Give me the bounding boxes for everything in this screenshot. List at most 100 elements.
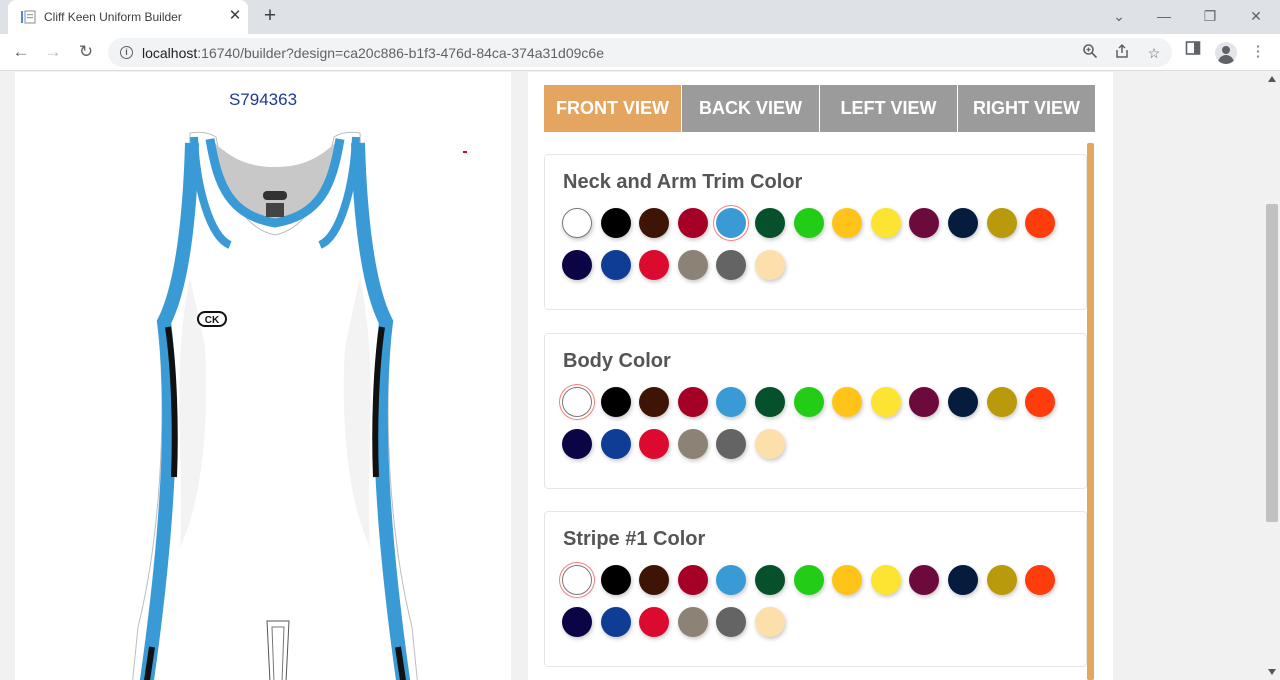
tab-right-view[interactable]: RIGHT VIEW bbox=[958, 85, 1095, 132]
color-swatch[interactable] bbox=[716, 607, 747, 637]
scroll-down-arrow-icon[interactable] bbox=[1268, 669, 1276, 675]
url-path: :16740/builder?design=ca20c886-b1f3-476d… bbox=[197, 45, 604, 61]
neck-arm-trim-color-card: Neck and Arm Trim Color bbox=[544, 154, 1087, 310]
color-swatch[interactable] bbox=[562, 387, 592, 417]
tab-title: Cliff Keen Uniform Builder bbox=[44, 10, 182, 24]
color-swatch[interactable] bbox=[986, 565, 1017, 595]
color-swatch[interactable] bbox=[677, 565, 708, 595]
browser-menu-icon[interactable]: ⋮ bbox=[1246, 40, 1270, 64]
color-swatch[interactable] bbox=[832, 565, 863, 595]
forward-icon[interactable]: → bbox=[40, 39, 66, 65]
color-swatch[interactable] bbox=[755, 387, 785, 417]
singlet-front-preview: CK bbox=[132, 131, 418, 680]
color-swatch[interactable] bbox=[909, 208, 940, 238]
restore-icon[interactable]: ❐ bbox=[1198, 4, 1222, 28]
scroll-up-arrow-icon[interactable] bbox=[1268, 76, 1276, 82]
color-swatch[interactable] bbox=[716, 565, 747, 595]
zoom-icon[interactable] bbox=[1080, 43, 1100, 63]
color-swatch[interactable] bbox=[755, 250, 785, 280]
tab-left-view[interactable]: LEFT VIEW bbox=[820, 85, 957, 132]
color-swatch[interactable] bbox=[793, 565, 824, 595]
color-swatch[interactable] bbox=[832, 208, 863, 238]
tab-front-view[interactable]: FRONT VIEW bbox=[544, 85, 681, 132]
page-favicon-icon bbox=[21, 10, 36, 24]
color-swatch[interactable] bbox=[755, 208, 785, 238]
color-swatch[interactable] bbox=[716, 387, 747, 417]
color-swatch[interactable] bbox=[677, 607, 708, 637]
profile-avatar-icon[interactable] bbox=[1215, 42, 1237, 64]
page-viewport: S794363 CK FRONT VIEW BACK VIEW LEFT VIE… bbox=[0, 72, 1264, 680]
color-swatch[interactable] bbox=[600, 607, 631, 637]
site-info-icon[interactable]: i bbox=[120, 46, 133, 59]
color-swatch[interactable] bbox=[755, 607, 785, 637]
bookmark-star-icon[interactable]: ☆ bbox=[1144, 43, 1164, 63]
color-swatch[interactable] bbox=[562, 565, 592, 595]
browser-tab[interactable]: Cliff Keen Uniform Builder ✕ bbox=[8, 0, 248, 34]
share-icon[interactable] bbox=[1112, 43, 1132, 63]
chest-logo: CK bbox=[205, 315, 220, 326]
color-swatch[interactable] bbox=[909, 565, 940, 595]
tab-search-icon[interactable]: ⌄ bbox=[1107, 4, 1131, 28]
color-swatch[interactable] bbox=[562, 250, 592, 280]
color-swatch[interactable] bbox=[600, 565, 631, 595]
color-swatch[interactable] bbox=[793, 387, 824, 417]
color-swatch[interactable] bbox=[1025, 387, 1056, 417]
color-swatch[interactable] bbox=[677, 250, 708, 280]
color-swatch[interactable] bbox=[639, 250, 670, 280]
color-swatch[interactable] bbox=[870, 208, 901, 238]
color-swatch[interactable] bbox=[639, 565, 670, 595]
color-swatch[interactable] bbox=[639, 607, 670, 637]
color-swatch[interactable] bbox=[677, 387, 708, 417]
new-tab-icon[interactable]: + bbox=[258, 5, 282, 29]
card-title: Neck and Arm Trim Color bbox=[563, 171, 803, 193]
color-swatch[interactable] bbox=[948, 208, 978, 238]
close-tab-icon[interactable]: ✕ bbox=[225, 6, 245, 26]
color-swatch[interactable] bbox=[600, 250, 631, 280]
color-swatch[interactable] bbox=[948, 565, 978, 595]
color-swatch[interactable] bbox=[909, 387, 940, 417]
color-swatch[interactable] bbox=[986, 208, 1017, 238]
color-swatch[interactable] bbox=[1025, 208, 1056, 238]
page-scrollbar[interactable] bbox=[1264, 72, 1280, 680]
color-swatch[interactable] bbox=[677, 208, 708, 238]
color-swatch[interactable] bbox=[562, 208, 592, 238]
color-swatch[interactable] bbox=[600, 429, 631, 459]
minimize-icon[interactable]: — bbox=[1152, 4, 1176, 28]
address-url[interactable]: localhost:16740/builder?design=ca20c886-… bbox=[142, 45, 604, 61]
design-code: S794363 bbox=[228, 90, 298, 109]
color-swatch[interactable] bbox=[562, 607, 592, 637]
side-panel-icon[interactable] bbox=[1181, 40, 1205, 64]
address-bar[interactable]: i localhost:16740/builder?design=ca20c88… bbox=[108, 38, 1172, 67]
back-icon[interactable]: ← bbox=[8, 39, 34, 65]
color-swatch[interactable] bbox=[870, 387, 901, 417]
color-swatch[interactable] bbox=[832, 387, 863, 417]
close-window-icon[interactable]: ✕ bbox=[1244, 4, 1268, 28]
color-options-list: Neck and Arm Trim Color Body Color Strip… bbox=[544, 144, 1088, 680]
color-swatch[interactable] bbox=[1025, 565, 1056, 595]
color-swatch[interactable] bbox=[948, 387, 978, 417]
color-swatch[interactable] bbox=[870, 565, 901, 595]
red-marker bbox=[463, 151, 467, 153]
color-swatch[interactable] bbox=[639, 208, 670, 238]
browser-tab-strip: Cliff Keen Uniform Builder ✕ + ⌄ — ❐ ✕ bbox=[0, 0, 1280, 34]
body-color-card: Body Color bbox=[544, 333, 1087, 489]
url-host: localhost bbox=[142, 45, 198, 61]
color-swatch[interactable] bbox=[639, 429, 670, 459]
browser-toolbar: ← → ↻ i localhost:16740/builder?design=c… bbox=[0, 34, 1280, 71]
avatar-shoulders bbox=[1218, 55, 1234, 64]
color-swatch[interactable] bbox=[793, 208, 824, 238]
color-swatch[interactable] bbox=[716, 208, 747, 238]
reload-icon[interactable]: ↻ bbox=[73, 39, 99, 65]
color-swatch[interactable] bbox=[986, 387, 1017, 417]
color-swatch[interactable] bbox=[716, 250, 747, 280]
color-swatch[interactable] bbox=[562, 429, 592, 459]
color-swatch[interactable] bbox=[600, 387, 631, 417]
tab-back-view[interactable]: BACK VIEW bbox=[682, 85, 819, 132]
color-swatch[interactable] bbox=[639, 387, 670, 417]
color-swatch[interactable] bbox=[755, 429, 785, 459]
color-swatch[interactable] bbox=[755, 565, 785, 595]
color-swatch[interactable] bbox=[716, 429, 747, 459]
scrollbar-thumb[interactable] bbox=[1266, 204, 1278, 522]
color-swatch[interactable] bbox=[677, 429, 708, 459]
color-swatch[interactable] bbox=[600, 208, 631, 238]
